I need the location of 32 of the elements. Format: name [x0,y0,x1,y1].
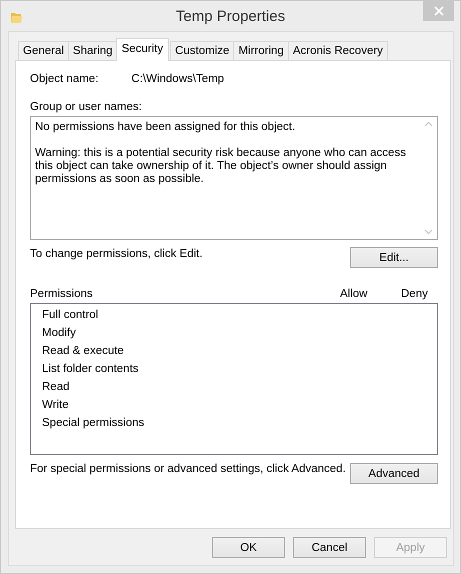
permission-name: Write [42,399,70,413]
dialog-button[interactable]: Cancel [293,537,366,558]
section-label: Permissions [30,288,94,300]
permission-name: Special permissions [42,417,146,431]
scroll-up-icon[interactable] [424,121,433,127]
tab[interactable]: General [18,41,69,60]
permission-name: Modify [42,327,77,341]
column-header: Deny [401,288,429,300]
dialog-button[interactable]: Advanced [350,463,438,484]
window-title: Temp Properties [176,8,286,24]
group-list[interactable] [30,116,438,240]
permission-name: Read [42,381,70,395]
message-text: No permissions have been assigned for this object. [35,121,296,134]
section-label: Group or user names: [30,101,143,113]
column-header: Allow [340,288,368,300]
message-text: Warning: this is a potential security risk because anyone who can access this object can take ownership of it. The object’s owner should assign permissions as soon as possible. [35,147,407,186]
permission-name: Full control [42,309,100,323]
tab[interactable]: Security [116,38,170,61]
object-path: C:\Windows\Temp [131,73,224,85]
folder-icon [10,10,23,24]
scroll-down-icon[interactable] [424,229,433,235]
dialog-button[interactable]: Edit... [350,247,438,268]
close-icon [434,6,444,16]
dialog-button[interactable]: OK [212,537,285,558]
close-button[interactable] [423,1,454,21]
hint-text: For special permissions or advanced settings, click Advanced. [30,463,346,475]
permission-name: List folder contents [42,363,140,377]
permission-name: Read & execute [42,345,125,359]
tab[interactable]: Customize [170,41,234,60]
hint-text: To change permissions, click Edit. [30,247,203,260]
field-label: Object name: [30,73,98,85]
tab[interactable]: Acronis Recovery [288,41,388,60]
